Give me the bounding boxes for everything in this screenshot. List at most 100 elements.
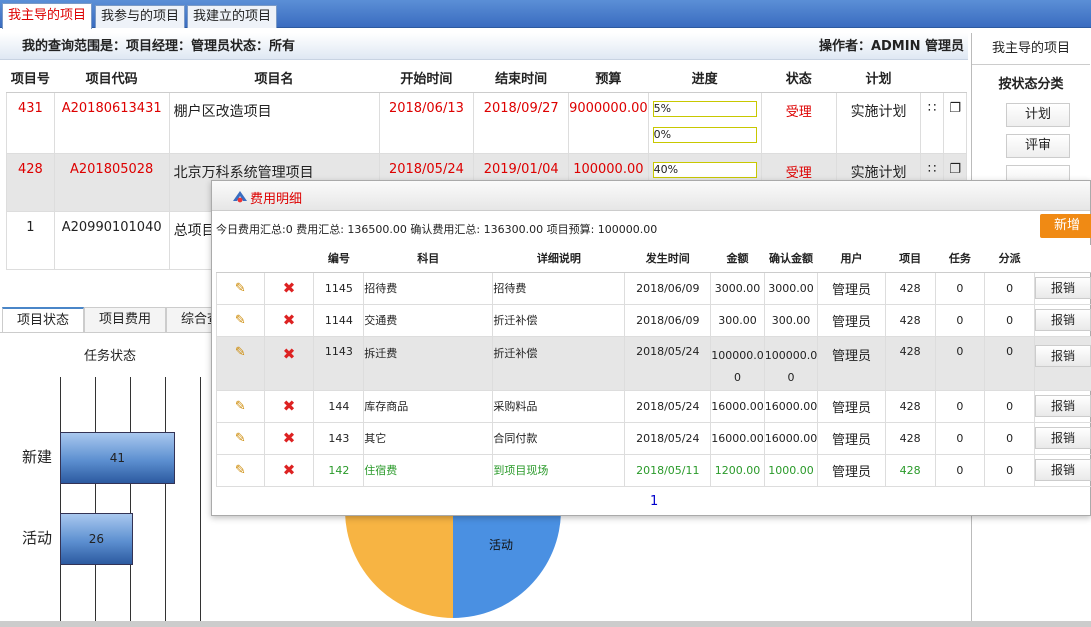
- col-header-task: 任务: [935, 245, 985, 273]
- tab-my-created-projects[interactable]: 我建立的项目: [187, 5, 278, 28]
- progress-bar: 0%: [652, 126, 757, 143]
- col-header-budget: 预算: [568, 64, 649, 93]
- expense-summary: 今日费用汇总:0 费用汇总: 136500.00 确认费用汇总: 136300.…: [216, 223, 658, 236]
- cell-end: 2018/09/27: [473, 91, 570, 154]
- col-header-project: 项目: [885, 245, 936, 273]
- cell-start: 2018/06/13: [378, 91, 475, 154]
- expense-table: 编号 科目 详细说明 发生时间 金额 确认金额 用户 项目 任务 分派 ✎ ✖ …: [216, 245, 1091, 487]
- reimburse-button[interactable]: 报销: [1035, 395, 1091, 417]
- col-header-plan: 计划: [836, 64, 921, 93]
- edit-icon[interactable]: ✎: [216, 335, 265, 391]
- col-header-name: 项目名: [169, 64, 380, 93]
- reimburse-button[interactable]: 报销: [1035, 309, 1091, 331]
- chart-title: 任务状态: [83, 349, 136, 364]
- delete-icon[interactable]: ✖: [263, 335, 315, 391]
- gridline: [165, 377, 166, 621]
- gridline: [130, 377, 131, 621]
- cell-name[interactable]: 棚户区改造项目: [168, 91, 380, 154]
- col-header-status: 状态: [761, 64, 837, 93]
- delete-icon[interactable]: ✖: [263, 303, 315, 337]
- operator-label: 操作者：ADMIN 管理员: [818, 39, 964, 54]
- cell-code: A20180613431: [53, 91, 170, 154]
- delete-icon[interactable]: ✖: [263, 389, 315, 423]
- add-button[interactable]: 新增: [1040, 214, 1091, 238]
- pie-chart: 活动: [345, 514, 561, 618]
- table-row[interactable]: ✎ ✖ 144 库存商品 采购料品 2018/05/24 16000.00 16…: [216, 389, 1091, 423]
- category-label: 活动: [22, 529, 53, 547]
- tab-project-cost[interactable]: 项目费用: [84, 307, 167, 333]
- col-header-date: 发生时间: [624, 245, 711, 273]
- pie-slice-other: [345, 514, 453, 618]
- table-row[interactable]: ✎ ✖ 1144 交通费 折迁补偿 2018/06/09 300.00 300.…: [216, 303, 1091, 337]
- edit-icon[interactable]: ✎: [216, 421, 265, 455]
- table-header-row: 项目号 项目代码 项目名 开始时间 结束时间 预算 进度 状态 计划: [6, 64, 967, 93]
- dialog-header: 费用明细: [212, 181, 1090, 211]
- edit-icon[interactable]: ✎: [216, 389, 265, 423]
- col-header-start: 开始时间: [379, 64, 474, 93]
- col-header-subject: 科目: [363, 245, 493, 273]
- edit-icon[interactable]: ✎: [216, 453, 265, 487]
- table-row[interactable]: ✎ ✖ 1143 拆迁费 折迁补偿 2018/05/24 100000.00 1…: [216, 335, 1091, 391]
- tab-project-status[interactable]: 项目状态: [2, 307, 85, 333]
- reimburse-button[interactable]: 报销: [1035, 277, 1091, 299]
- reimburse-button[interactable]: 报销: [1035, 344, 1091, 367]
- query-bar: 我的查询范围是：项目经理：管理员状态：所有 操作者：ADMIN 管理员: [0, 33, 968, 60]
- gridline: [95, 377, 96, 621]
- cell-id: 428: [6, 152, 55, 212]
- delete-icon[interactable]: ✖: [263, 421, 315, 455]
- progress-bar: 40%: [652, 161, 757, 178]
- tab-my-led-projects[interactable]: 我主导的项目: [2, 3, 93, 29]
- cell-budget: 9000000.00: [568, 91, 649, 154]
- gridline: [200, 377, 201, 621]
- table-row[interactable]: ✎ ✖ 1145 招待费 招待费 2018/06/09 3000.00 3000…: [216, 271, 1091, 305]
- top-tab-bar: 我主导的项目 我参与的项目 我建立的项目: [0, 0, 1091, 29]
- cell-code: A20990101040: [53, 210, 170, 270]
- bar-0: 41: [60, 432, 175, 484]
- progress-bar: 5%: [652, 100, 757, 117]
- col-header-progress: 进度: [648, 64, 762, 93]
- expense-detail-dialog: 费用明细 今日费用汇总:0 费用汇总: 136500.00 确认费用汇总: 13…: [211, 180, 1091, 516]
- reimburse-button[interactable]: 报销: [1035, 459, 1091, 481]
- table-row[interactable]: 431 A20180613431 棚户区改造项目 2018/06/13 2018…: [6, 91, 967, 154]
- col-header-desc: 详细说明: [492, 245, 625, 273]
- delete-icon[interactable]: ✖: [263, 453, 315, 487]
- cell-id: 431: [6, 91, 55, 154]
- col-header-end: 结束时间: [473, 64, 569, 93]
- cell-plan[interactable]: 实施计划: [835, 91, 922, 154]
- reimburse-button[interactable]: 报销: [1035, 427, 1091, 449]
- grid-icon[interactable]: ∷: [920, 91, 945, 154]
- bar-1: 26: [60, 513, 133, 565]
- cell-status: 受理: [760, 91, 837, 154]
- cell-progress: 5% 0%: [647, 91, 762, 154]
- table-header-row: 编号 科目 详细说明 发生时间 金额 确认金额 用户 项目 任务 分派: [216, 245, 1091, 273]
- col-header-id: 项目号: [6, 64, 55, 93]
- dialog-title: 费用明细: [250, 192, 303, 207]
- table-row[interactable]: ✎ ✖ 142 住宿费 到项目现场 2018/05/11 1200.00 100…: [216, 453, 1091, 487]
- col-header-no: 编号: [313, 245, 364, 273]
- col-header-confirmed: 确认金额: [764, 245, 818, 273]
- pie-slice-active: [453, 514, 561, 618]
- right-panel-title: 我主导的项目: [972, 33, 1090, 65]
- copy-icon[interactable]: ❐: [943, 91, 967, 154]
- col-header-user: 用户: [817, 245, 886, 273]
- plan-button[interactable]: 计划: [1006, 103, 1070, 127]
- right-panel-section: 按状态分类: [998, 77, 1064, 92]
- edit-icon[interactable]: ✎: [216, 271, 265, 305]
- edit-icon[interactable]: ✎: [216, 303, 265, 337]
- table-row[interactable]: ✎ ✖ 143 其它 合同付款 2018/05/24 16000.00 1600…: [216, 421, 1091, 455]
- horizontal-scrollbar[interactable]: [0, 621, 1091, 627]
- logo-icon: [233, 191, 247, 203]
- col-header-assign: 分派: [984, 245, 1035, 273]
- category-label: 新建: [22, 448, 53, 466]
- pie-label: 活动: [489, 538, 513, 552]
- cell-id: 1: [6, 210, 55, 270]
- col-header-code: 项目代码: [54, 64, 170, 93]
- cell-code: A201805028: [53, 152, 170, 212]
- tab-my-joined-projects[interactable]: 我参与的项目: [95, 5, 186, 28]
- col-header-amount: 金额: [710, 245, 765, 273]
- query-scope: 我的查询范围是：项目经理：管理员状态：所有: [22, 39, 296, 54]
- delete-icon[interactable]: ✖: [263, 271, 315, 305]
- review-button[interactable]: 评审: [1006, 134, 1070, 158]
- gridline: [60, 377, 61, 621]
- page-number[interactable]: 1: [650, 494, 658, 509]
